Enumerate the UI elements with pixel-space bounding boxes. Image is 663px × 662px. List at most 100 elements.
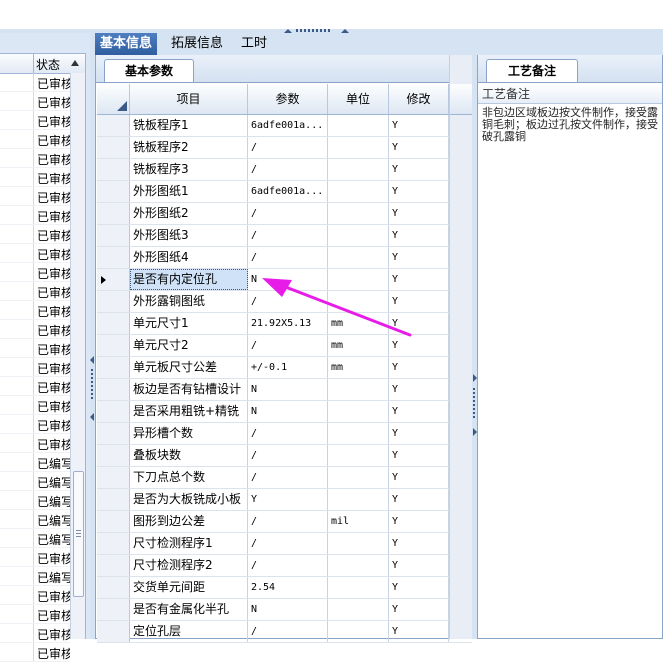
splitter-grip-icon[interactable] <box>296 29 332 32</box>
list-item[interactable]: 已审核 <box>0 73 70 92</box>
list-item[interactable]: 已审核 <box>0 434 70 453</box>
unit-cell[interactable] <box>328 159 389 180</box>
list-item[interactable]: 已审核 <box>0 586 70 605</box>
list-item[interactable]: 已审核 <box>0 301 70 320</box>
param-cell[interactable]: N <box>248 599 328 620</box>
column-header-param[interactable]: 参数 <box>248 84 328 114</box>
item-cell[interactable]: 图形到边公差 <box>130 511 248 532</box>
modify-cell[interactable]: Y <box>389 335 449 356</box>
table-row[interactable]: 单元尺寸1 21.92X5.13 mm Y <box>97 313 472 335</box>
sort-ascending-icon[interactable] <box>71 60 79 66</box>
table-row[interactable]: 交货单元间距 2.54 Y <box>97 577 472 599</box>
list-item[interactable]: 已审核 <box>0 358 70 377</box>
modify-cell[interactable]: Y <box>389 181 449 202</box>
modify-cell[interactable]: Y <box>389 203 449 224</box>
list-item[interactable]: 已编写 <box>0 567 70 586</box>
param-cell[interactable]: 2.54 <box>248 577 328 598</box>
item-cell[interactable]: 外形露铜图纸 <box>130 291 248 312</box>
item-cell[interactable]: 尺寸检测程序2 <box>130 555 248 576</box>
param-cell[interactable]: / <box>248 423 328 444</box>
modify-cell[interactable]: Y <box>389 577 449 598</box>
list-item[interactable]: 已审核 <box>0 624 70 643</box>
row-indicator[interactable] <box>97 555 130 576</box>
list-item[interactable]: 已审核 <box>0 187 70 206</box>
unit-cell[interactable] <box>328 181 389 202</box>
modify-cell[interactable]: Y <box>389 313 449 334</box>
column-header-modify[interactable]: 修改 <box>389 84 449 114</box>
table-row[interactable]: 图形到边公差 / mil Y <box>97 511 472 533</box>
unit-cell[interactable] <box>328 115 389 136</box>
param-cell[interactable]: / <box>248 445 328 466</box>
splitter-grip-icon[interactable] <box>91 369 93 399</box>
unit-cell[interactable] <box>328 291 389 312</box>
modify-cell[interactable]: Y <box>389 379 449 400</box>
param-cell[interactable]: 21.92X5.13 <box>248 313 328 334</box>
table-row[interactable]: 定位孔层 / Y <box>97 621 472 643</box>
param-cell[interactable]: / <box>248 533 328 554</box>
unit-cell[interactable] <box>328 379 389 400</box>
list-item[interactable]: 已编写 <box>0 453 70 472</box>
param-cell[interactable]: N <box>248 401 328 422</box>
row-indicator[interactable] <box>97 599 130 620</box>
item-cell[interactable]: 单元尺寸2 <box>130 335 248 356</box>
list-item[interactable]: 已审核 <box>0 244 70 263</box>
table-row[interactable]: 是否采用粗铣+精铣 N Y <box>97 401 472 423</box>
param-cell[interactable]: / <box>248 291 328 312</box>
item-cell[interactable]: 尺寸检测程序1 <box>130 533 248 554</box>
list-item[interactable]: 已审核 <box>0 320 70 339</box>
table-row[interactable]: 外形露铜图纸 / Y <box>97 291 472 313</box>
item-cell[interactable]: 外形图纸2 <box>130 203 248 224</box>
unit-cell[interactable] <box>328 423 389 444</box>
item-cell[interactable]: 叠板块数 <box>130 445 248 466</box>
list-item[interactable]: 已审核 <box>0 282 70 301</box>
unit-cell[interactable]: mm <box>328 313 389 334</box>
item-cell[interactable]: 铣板程序1 <box>130 115 248 136</box>
table-row[interactable]: 单元尺寸2/mm Y <box>97 335 472 357</box>
unit-cell[interactable] <box>328 599 389 620</box>
param-cell[interactable]: / <box>248 225 328 246</box>
table-row[interactable]: 是否有金属化半孔 N Y <box>97 599 472 621</box>
param-cell[interactable]: / <box>248 467 328 488</box>
item-cell[interactable]: 是否为大板铣成小板 <box>130 489 248 510</box>
table-row[interactable]: 外形图纸2/ Y <box>97 203 472 225</box>
param-cell[interactable]: / <box>248 511 328 532</box>
item-cell[interactable]: 是否采用粗铣+精铣 <box>130 401 248 422</box>
tab-basic-info[interactable]: 基本信息 <box>95 33 158 55</box>
modify-cell[interactable]: Y <box>389 423 449 444</box>
list-item[interactable]: 已审核 <box>0 643 70 662</box>
param-cell[interactable]: / <box>248 137 328 158</box>
table-row[interactable]: 外形图纸1 6adfe001a... Y <box>97 181 472 203</box>
scrollbar-thumb[interactable] <box>73 471 84 597</box>
modify-cell[interactable]: Y <box>389 533 449 554</box>
item-cell[interactable]: 交货单元间距 <box>130 577 248 598</box>
table-row[interactable]: 外形图纸4/ Y <box>97 247 472 269</box>
list-item[interactable]: 已审核 <box>0 415 70 434</box>
table-row[interactable]: 尺寸检测程序1/ Y <box>97 533 472 555</box>
table-row[interactable]: 是否为大板铣成小板 Y Y <box>97 489 472 511</box>
list-item[interactable]: 已审核 <box>0 377 70 396</box>
list-item[interactable]: 已编写 <box>0 529 70 548</box>
collapse-left-icon[interactable] <box>90 356 94 364</box>
list-item[interactable]: 已审核 <box>0 92 70 111</box>
item-cell[interactable]: 异形槽个数 <box>130 423 248 444</box>
modify-cell[interactable]: Y <box>389 467 449 488</box>
list-item[interactable]: 已审核 <box>0 605 70 624</box>
list-item[interactable]: 已审核 <box>0 206 70 225</box>
modify-cell[interactable]: Y <box>389 599 449 620</box>
modify-cell[interactable]: Y <box>389 401 449 422</box>
row-indicator[interactable] <box>97 423 130 444</box>
row-indicator[interactable] <box>97 313 130 334</box>
unit-cell[interactable] <box>328 467 389 488</box>
param-cell[interactable]: 6adfe001a... <box>248 115 328 136</box>
modify-cell[interactable]: Y <box>389 445 449 466</box>
tab-extended-info[interactable]: 拓展信息 <box>166 33 228 55</box>
splitter-grip-icon[interactable] <box>473 388 475 418</box>
modify-cell[interactable]: Y <box>389 115 449 136</box>
select-all-icon[interactable] <box>117 101 127 111</box>
table-row[interactable]: 异形槽个数 / Y <box>97 423 472 445</box>
table-row[interactable]: 铣板程序1 6adfe001a... Y <box>97 115 472 137</box>
row-indicator[interactable] <box>97 203 130 224</box>
tab-basic-params[interactable]: 基本参数 <box>104 59 194 82</box>
row-indicator[interactable] <box>97 181 130 202</box>
modify-cell[interactable]: Y <box>389 269 449 290</box>
